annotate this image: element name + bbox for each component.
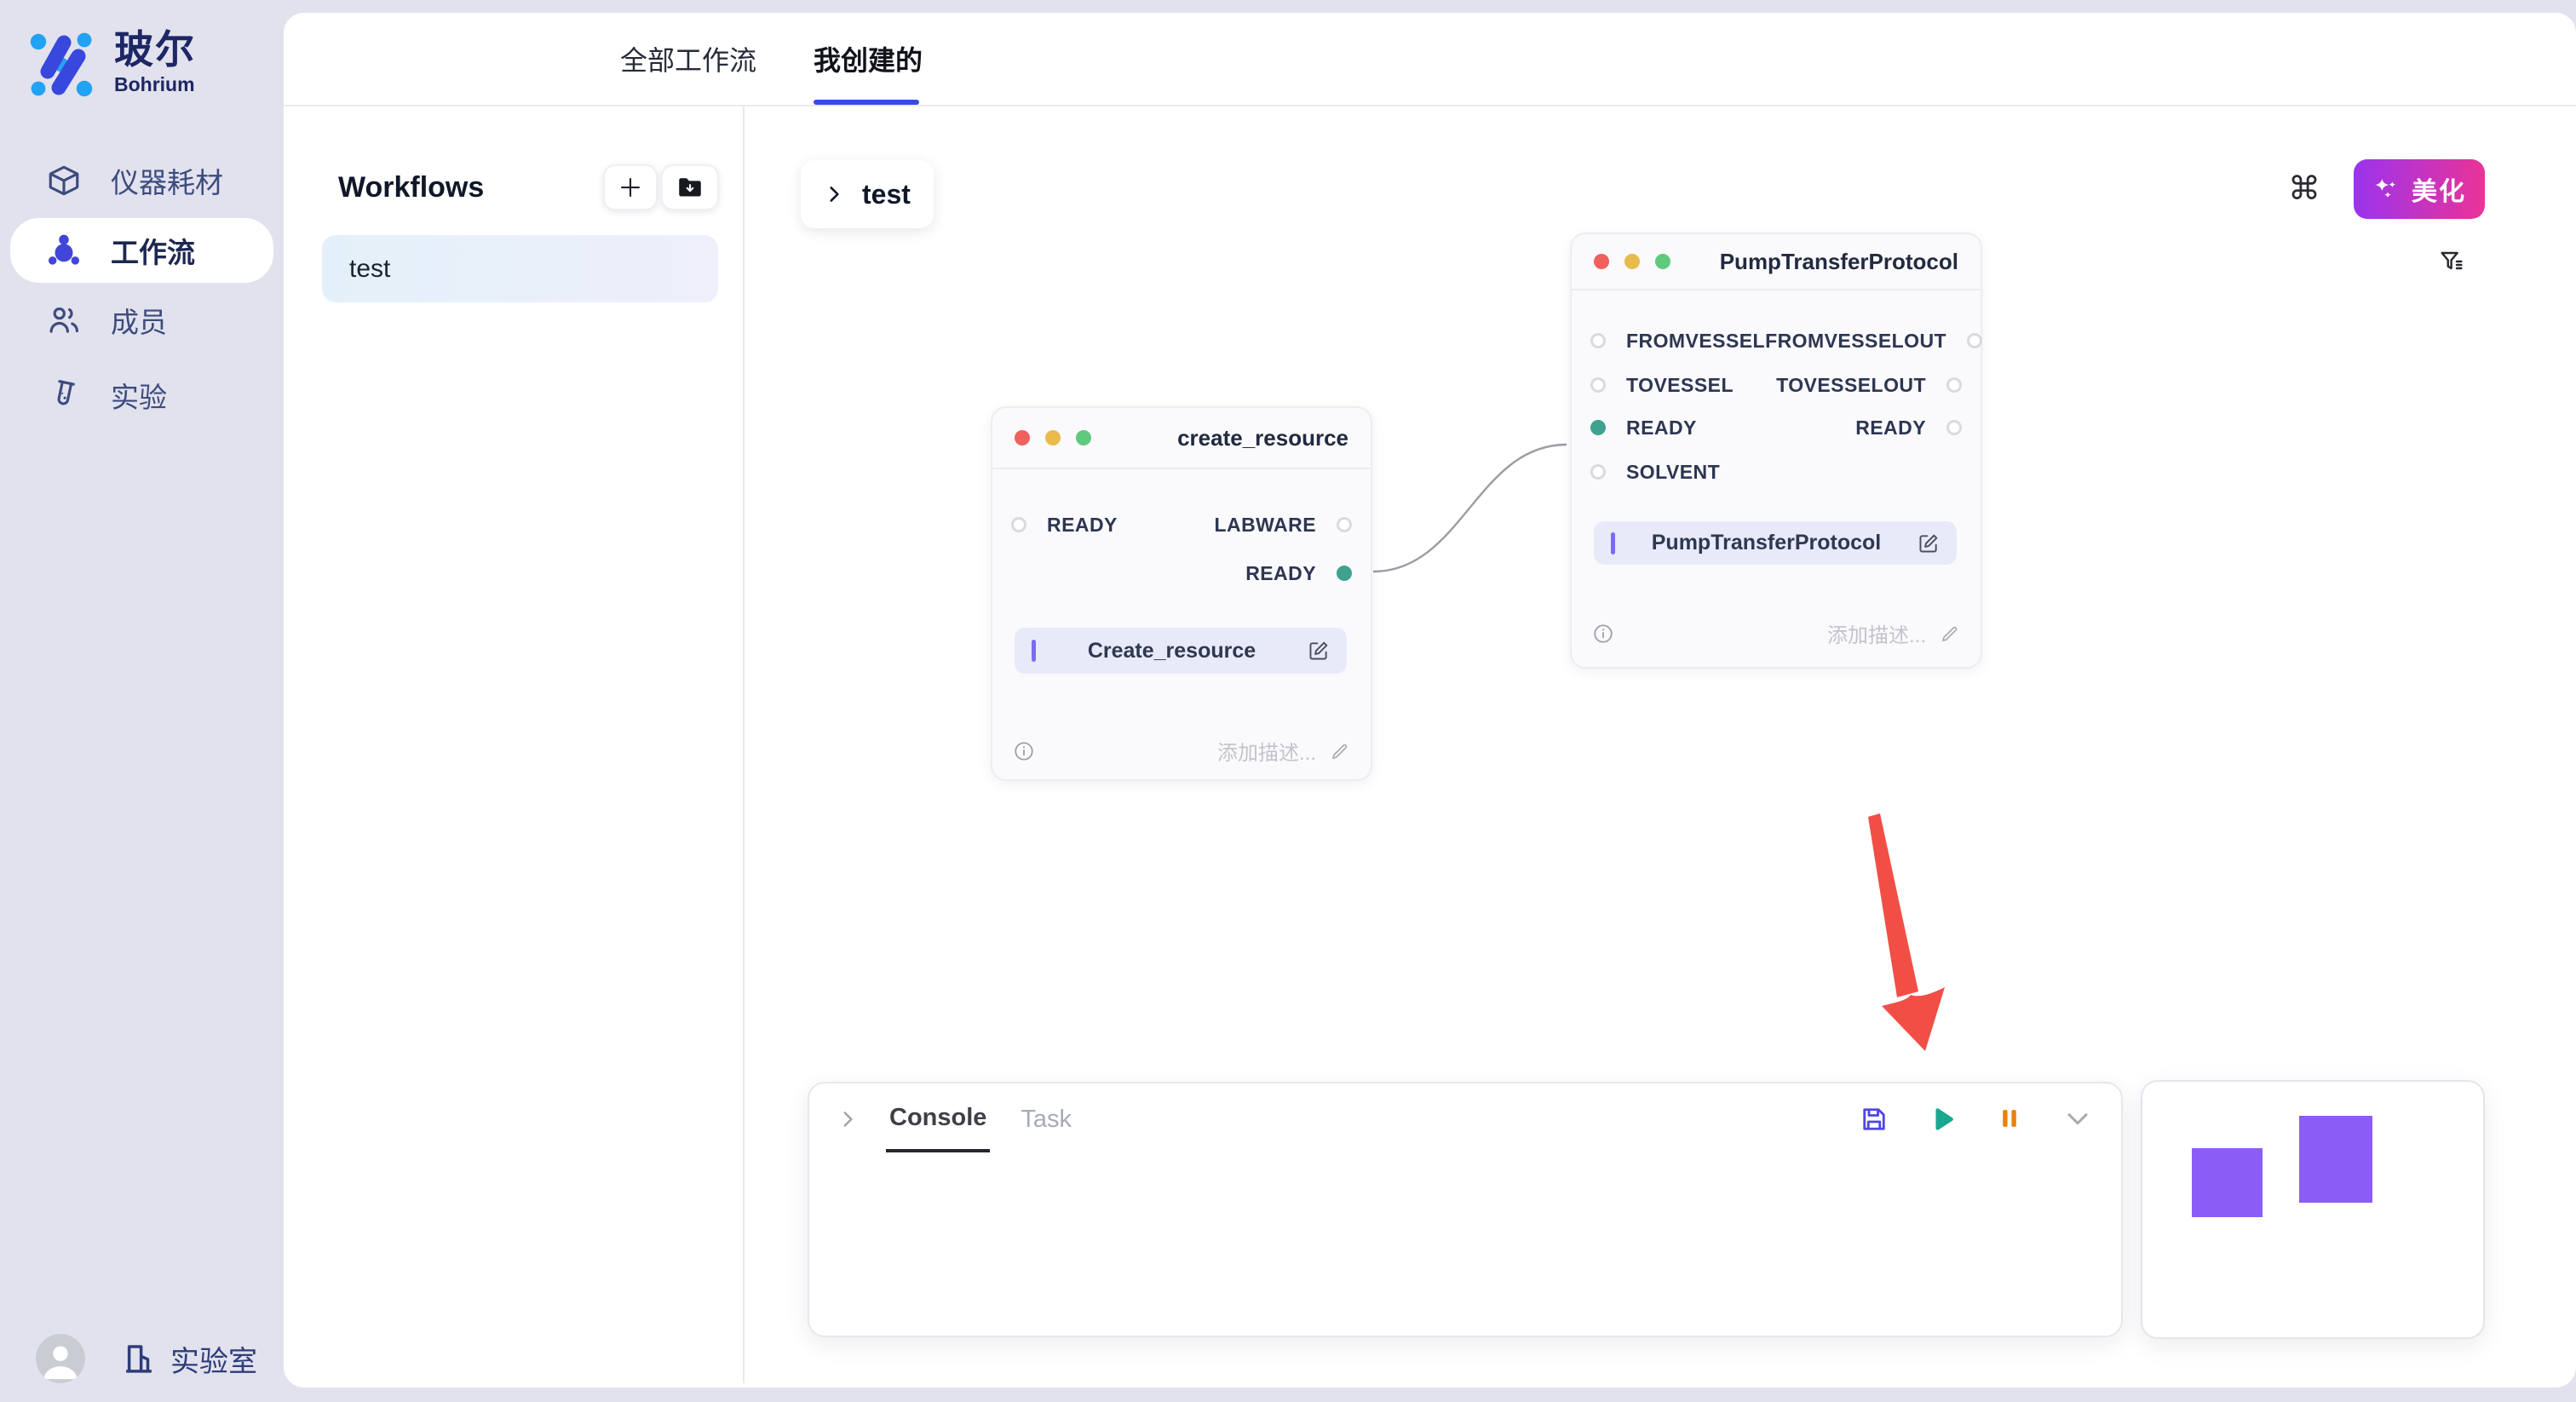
tab-my-created[interactable]: 我创建的	[814, 13, 923, 105]
sidebar: 玻尔 Bohrium 仪器耗材	[0, 0, 284, 1402]
workflow-list-item-test[interactable]: test	[322, 235, 718, 302]
node-body-button[interactable]: Create_resource	[1015, 628, 1347, 674]
members-icon	[46, 302, 82, 338]
breadcrumb-label: test	[862, 179, 911, 210]
port-label: FROMVESSEL	[1626, 330, 1765, 353]
sidebar-item-workflow[interactable]: 工作流	[10, 218, 273, 283]
node-body-button[interactable]: PumpTransferProtocol	[1594, 521, 1957, 565]
port-label: FROMVESSELOUT	[1765, 330, 1946, 353]
description-placeholder[interactable]: 添加描述...	[1217, 736, 1316, 766]
minimap[interactable]	[2141, 1080, 2485, 1339]
port-label: READY	[1626, 417, 1697, 440]
input-port-solvent[interactable]	[1590, 464, 1606, 480]
tab-task[interactable]: Task	[1017, 1089, 1075, 1151]
port-label: READY	[1245, 562, 1316, 585]
output-port-labware[interactable]	[1337, 517, 1352, 532]
output-port-ready[interactable]	[1337, 566, 1352, 581]
plus-icon	[618, 175, 643, 200]
filter-icon[interactable]	[2438, 248, 2465, 275]
node-body-label: Create_resource	[1036, 639, 1308, 664]
tab-console[interactable]: Console	[886, 1087, 990, 1152]
sidebar-item-label: 仪器耗材	[111, 160, 223, 201]
edit-icon[interactable]	[1308, 640, 1330, 662]
edit-icon[interactable]	[1918, 532, 1940, 554]
workflow-icon	[46, 233, 82, 268]
input-port-fromvessel[interactable]	[1590, 333, 1606, 348]
node-header: PumpTransferProtocol	[1572, 234, 1981, 290]
lab-label: 实验室	[170, 1338, 257, 1380]
output-port-tovesselout[interactable]	[1946, 377, 1962, 393]
pencil-icon[interactable]	[1940, 623, 1960, 644]
output-port-fromvesselout[interactable]	[1967, 333, 1982, 348]
output-port-ready[interactable]	[1946, 420, 1962, 435]
port-label: READY	[1047, 514, 1118, 537]
lab-switcher[interactable]: 实验室	[121, 1338, 257, 1380]
workflow-panel-title: Workflows	[338, 171, 484, 204]
breadcrumb[interactable]: test	[801, 160, 934, 228]
node-create-resource[interactable]: create_resource READY LABWARE READY Crea…	[991, 406, 1372, 781]
node-title: PumpTransferProtocol	[1720, 249, 1958, 275]
info-icon[interactable]	[1013, 740, 1035, 762]
brand-subtitle: Bohrium	[114, 73, 196, 96]
description-placeholder[interactable]: 添加描述...	[1827, 618, 1926, 648]
workflow-tabs: 全部工作流 我创建的	[284, 13, 2576, 106]
active-tab-underline	[814, 100, 919, 105]
node-header: create_resource	[992, 408, 1371, 469]
bohrium-logo-icon	[27, 27, 95, 102]
beautify-button[interactable]: 美化	[2354, 159, 2485, 219]
collapse-panel-button[interactable]	[2063, 1104, 2094, 1135]
save-icon	[1859, 1104, 1889, 1135]
port-label: TOVESSEL	[1626, 374, 1734, 397]
brand-title: 玻尔	[114, 27, 196, 72]
minimap-node	[2299, 1116, 2372, 1203]
brand-logo: 玻尔 Bohrium	[27, 27, 196, 102]
sidebar-item-instruments[interactable]: 仪器耗材	[0, 143, 284, 218]
command-palette-icon[interactable]: ⌘	[2288, 173, 2320, 205]
folder-download-icon	[676, 173, 704, 202]
input-port-ready[interactable]	[1011, 517, 1026, 532]
traffic-dots-icon	[1594, 254, 1670, 269]
beautify-label: 美化	[2412, 170, 2466, 208]
node-body-label: PumpTransferProtocol	[1615, 531, 1918, 555]
sidebar-item-label: 工作流	[111, 230, 195, 271]
app-window: 玻尔 Bohrium 仪器耗材	[0, 0, 2576, 1402]
chevron-right-icon	[823, 183, 845, 205]
traffic-dots-icon	[1015, 430, 1091, 445]
port-label: READY	[1855, 417, 1926, 440]
add-workflow-button[interactable]	[603, 164, 658, 210]
expand-chevron-icon[interactable]	[837, 1108, 859, 1130]
tab-all-workflows[interactable]: 全部工作流	[620, 13, 756, 105]
chevron-down-icon	[2063, 1104, 2092, 1133]
testtube-icon	[46, 377, 82, 413]
input-port-ready[interactable]	[1590, 420, 1606, 435]
sidebar-item-label: 成员	[111, 300, 167, 341]
minimap-node	[2192, 1148, 2263, 1217]
sidebar-item-experiments[interactable]: 实验	[0, 358, 284, 433]
input-port-tovessel[interactable]	[1590, 377, 1606, 393]
port-label: SOLVENT	[1626, 461, 1720, 484]
sidebar-item-members[interactable]: 成员	[0, 283, 284, 358]
import-folder-button[interactable]	[661, 164, 719, 210]
node-title: create_resource	[1177, 425, 1348, 451]
workflow-list-panel: Workflows test	[284, 106, 743, 1388]
save-button[interactable]	[1859, 1104, 1889, 1135]
run-button[interactable]	[1927, 1104, 1958, 1135]
package-icon	[46, 163, 82, 198]
play-icon	[1927, 1104, 1958, 1135]
pause-button[interactable]	[1995, 1104, 2026, 1135]
port-label: TOVESSELOUT	[1776, 374, 1926, 397]
node-pump-transfer-protocol[interactable]: PumpTransferProtocol FROMVESSEL FROMVESS…	[1570, 233, 1982, 669]
console-panel: Console Task	[808, 1082, 2123, 1337]
pencil-icon[interactable]	[1330, 741, 1350, 761]
info-icon[interactable]	[1592, 623, 1614, 645]
building-icon	[121, 1341, 157, 1376]
sidebar-item-label: 实验	[111, 375, 167, 416]
user-avatar[interactable]	[36, 1334, 85, 1383]
port-label: LABWARE	[1215, 514, 1317, 537]
pause-icon	[1995, 1104, 2024, 1133]
sparkles-icon	[2372, 175, 2400, 203]
